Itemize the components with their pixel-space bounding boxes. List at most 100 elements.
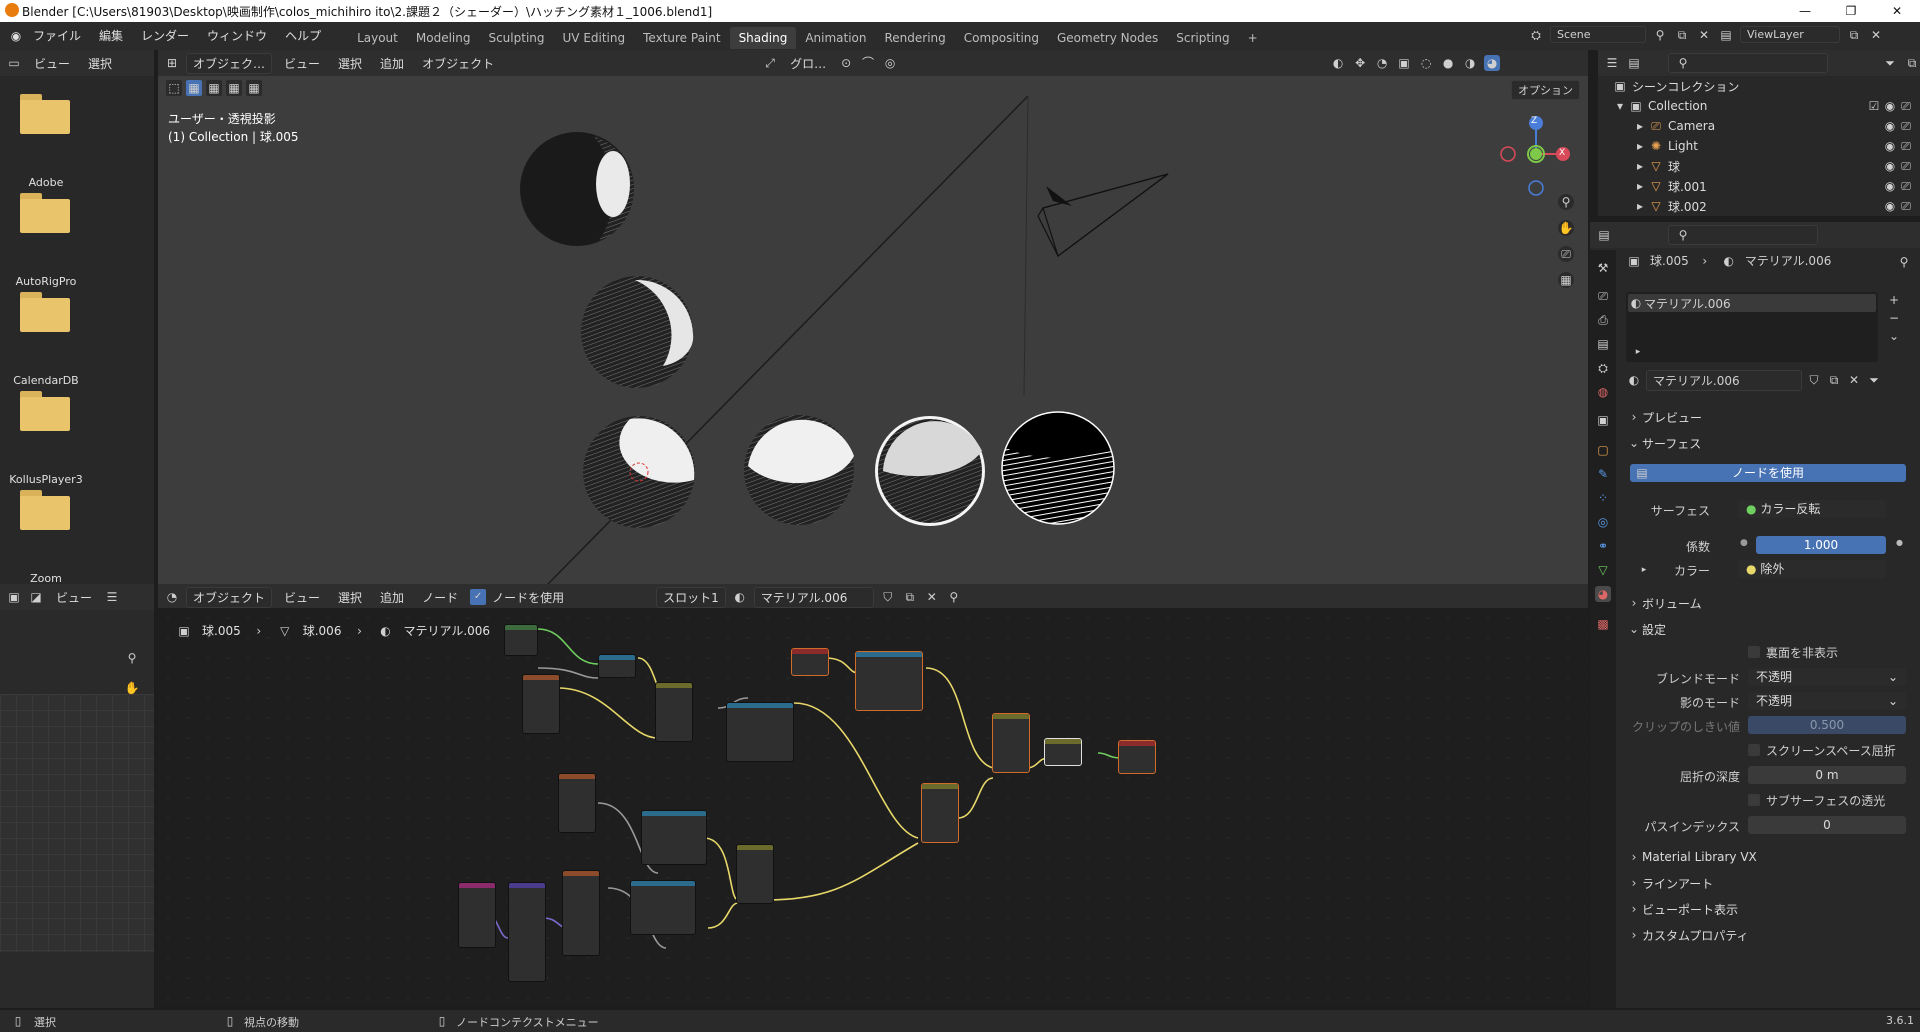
sphere-object[interactable] <box>520 132 634 246</box>
chevron-right-icon[interactable]: ▸ <box>1632 178 1648 194</box>
outliner-row[interactable]: ▣ シーンコレクション <box>1598 76 1920 96</box>
transform-orientation-dropdown[interactable]: グロ… <box>784 53 832 74</box>
backface-culling-checkbox[interactable] <box>1748 646 1760 658</box>
shader-node[interactable] <box>992 713 1030 773</box>
viewport-add-menu[interactable]: 追加 <box>374 53 410 74</box>
lineart-section-header[interactable]: › ラインアート <box>1626 872 1912 894</box>
sss-translucency-checkbox[interactable] <box>1748 794 1760 806</box>
surface-shader-field[interactable]: ● カラー反転 <box>1738 500 1886 518</box>
eye-icon[interactable]: ◉ <box>1882 118 1898 134</box>
delete-scene-icon[interactable]: ✕ <box>1696 27 1712 43</box>
material-name-field[interactable]: マテリアル.006 <box>1646 369 1802 391</box>
chevron-down-icon[interactable]: ▾ <box>1612 98 1628 114</box>
node-material-name-field[interactable]: マテリアル.006 <box>753 586 874 608</box>
node-view-menu[interactable]: ビュー <box>278 587 326 608</box>
filter-icon[interactable]: ⏷ <box>1882 55 1898 71</box>
image-mode-icon[interactable]: ◪ <box>28 589 44 605</box>
duplicate-material-icon[interactable]: ⧉ <box>902 589 918 605</box>
scene-selector[interactable]: Scene <box>1550 26 1646 43</box>
file-browser-select-menu[interactable]: 選択 <box>82 53 118 74</box>
shader-node[interactable] <box>855 651 923 711</box>
sphere-object[interactable] <box>1001 411 1115 525</box>
shadow-mode-dropdown[interactable]: 不透明 ⌄ <box>1748 692 1906 710</box>
outliner-row[interactable]: ▸ ⎚ Camera ◉ ⎚ <box>1598 116 1920 136</box>
eye-icon[interactable]: ◉ <box>1882 138 1898 154</box>
scene-icon[interactable]: ⛭ <box>1528 27 1544 43</box>
constraints-tab-icon[interactable]: ⚭ <box>1595 538 1611 554</box>
material-browse-icon[interactable]: ◐ <box>1626 372 1642 388</box>
solid-shading-icon[interactable]: ● <box>1440 55 1456 71</box>
chevron-down-icon[interactable]: ⌄ <box>1886 328 1902 344</box>
eye-icon[interactable]: ◉ <box>1882 198 1898 214</box>
particles-tab-icon[interactable]: ⁘ <box>1595 490 1611 506</box>
material-output-node[interactable] <box>1118 740 1156 774</box>
chevron-right-icon[interactable]: ▸ <box>1632 118 1648 134</box>
shader-node[interactable] <box>508 882 546 982</box>
zoom-icon[interactable]: ⚲ <box>1558 194 1574 210</box>
refraction-depth-field[interactable]: 0 m <box>1748 766 1906 784</box>
sphere-object[interactable] <box>581 276 694 388</box>
unlink-material-icon[interactable]: ✕ <box>924 589 940 605</box>
sphere-object[interactable] <box>744 415 854 525</box>
render-tab-icon[interactable]: ⎚ <box>1595 288 1611 304</box>
world-tab-icon[interactable]: ◍ <box>1595 384 1611 400</box>
chevron-right-icon[interactable]: ▸ <box>1632 198 1648 214</box>
new-view-layer-icon[interactable]: ⧉ <box>1846 27 1862 43</box>
outliner-search-input[interactable]: ⚲ <box>1668 53 1828 73</box>
interaction-mode-dropdown[interactable]: オブジェク… <box>186 52 273 74</box>
checkbox-icon[interactable]: ☑ <box>1866 98 1882 114</box>
surface-section-header[interactable]: ⌄ サーフェス <box>1626 432 1912 454</box>
eye-icon[interactable]: ◉ <box>1882 178 1898 194</box>
snap-icon[interactable]: ⌒ <box>860 55 876 71</box>
keyframe-dot-icon[interactable]: ● <box>1896 538 1903 547</box>
shader-node[interactable] <box>558 773 596 833</box>
collection-tab-icon[interactable]: ▣ <box>1595 412 1611 428</box>
shader-node[interactable] <box>458 882 496 948</box>
blend-mode-dropdown[interactable]: 不透明 ⌄ <box>1748 668 1906 686</box>
display-mode-icon[interactable]: ▤ <box>1626 55 1642 71</box>
material-slot-item[interactable]: ◐ マテリアル.006 <box>1628 294 1876 312</box>
folder-item[interactable]: Zoom <box>0 490 92 585</box>
color-input-field[interactable]: ● 除外 <box>1738 560 1886 578</box>
volume-section-header[interactable]: › ボリューム <box>1626 592 1912 614</box>
node-select-menu[interactable]: 選択 <box>332 587 368 608</box>
visibility-icon[interactable]: ◐ <box>1330 55 1346 71</box>
tab-sculpting[interactable]: Sculpting <box>479 27 553 49</box>
file-browser-view-menu[interactable]: ビュー <box>28 53 76 74</box>
folder-item[interactable]: AutoRigPro <box>0 193 92 288</box>
menu-window[interactable]: ウィンドウ <box>198 22 276 50</box>
outliner-row[interactable]: ▸ ▽ 球.002 ◉ ⎚ <box>1598 196 1920 216</box>
physics-tab-icon[interactable]: ◎ <box>1595 514 1611 530</box>
material-library-section-header[interactable]: › Material Library VX <box>1626 846 1912 868</box>
camera-render-icon[interactable]: ⎚ <box>1898 138 1914 154</box>
outliner-row[interactable]: ▸ ▽ 球 ◉ ⎚ <box>1598 156 1920 176</box>
node-add-menu[interactable]: 追加 <box>374 587 410 608</box>
shader-node[interactable] <box>598 654 636 678</box>
add-workspace-button[interactable]: + <box>1239 27 1267 49</box>
output-tab-icon[interactable]: ⎙ <box>1595 312 1611 328</box>
editor-type-icon[interactable]: ⊞ <box>164 55 180 71</box>
shader-node[interactable] <box>726 702 794 762</box>
preview-section-header[interactable]: › プレビュー <box>1626 406 1912 428</box>
editor-type-icon[interactable]: ▭ <box>6 55 22 71</box>
camera-render-icon[interactable]: ⎚ <box>1898 98 1914 114</box>
fake-user-shield-icon[interactable]: ⛉ <box>1806 372 1822 388</box>
view-layer-selector[interactable]: ViewLayer <box>1740 26 1840 43</box>
shader-node-editor[interactable]: ▣ 球.005 › ▽ 球.006 › ◐ マテリアル.006 <box>158 608 1588 1006</box>
settings-section-header[interactable]: ⌄ 設定 <box>1626 618 1912 640</box>
folder-item[interactable]: Adobe <box>0 94 92 189</box>
data-tab-icon[interactable]: ▽ <box>1595 562 1611 578</box>
use-nodes-checkbox[interactable]: ✓ <box>470 589 487 605</box>
shader-node[interactable] <box>655 682 693 742</box>
material-filter-icon[interactable]: ⏷ <box>1866 372 1882 388</box>
clip-threshold-slider[interactable]: 0.500 <box>1748 716 1906 734</box>
new-scene-icon[interactable]: ⧉ <box>1674 27 1690 43</box>
pin-icon[interactable]: ⚲ <box>1652 27 1668 43</box>
3d-viewport[interactable]: ⬚ ▦ ▦ ▦ ▦ オプション ユーザー・透視投影 (1) Collection… <box>158 76 1588 584</box>
node-object-mode-dropdown[interactable]: オブジェクト <box>186 586 273 608</box>
camera-render-icon[interactable]: ⎚ <box>1898 178 1914 194</box>
tab-layout[interactable]: Layout <box>348 27 407 49</box>
tab-scripting[interactable]: Scripting <box>1167 27 1238 49</box>
chevron-right-icon[interactable]: ▸ <box>1630 344 1646 360</box>
wireframe-shading-icon[interactable]: ◌ <box>1418 55 1434 71</box>
